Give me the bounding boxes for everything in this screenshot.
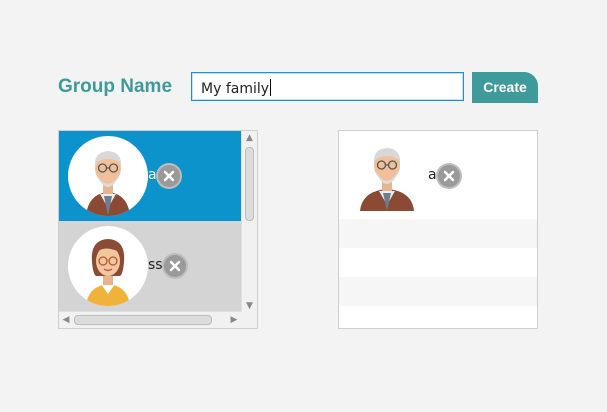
group-name-input[interactable]: My family — [191, 72, 464, 101]
text-caret — [270, 79, 272, 96]
grandfather-avatar — [68, 136, 148, 216]
grandmother-avatar — [68, 226, 148, 306]
member-name: a — [428, 167, 437, 183]
member-name: a — [148, 167, 157, 183]
chevron-down-icon[interactable]: ▼ — [242, 299, 257, 313]
list-item[interactable]: a — [59, 131, 242, 221]
chevron-up-icon[interactable]: ▲ — [242, 131, 257, 145]
vertical-scroll-thumb[interactable] — [245, 147, 254, 221]
close-x-icon[interactable] — [164, 255, 186, 277]
horizontal-scroll-thumb[interactable] — [74, 315, 212, 325]
group-name-value: My family — [201, 81, 270, 97]
group-members-list[interactable]: a — [338, 130, 538, 329]
horizontal-scrollbar[interactable]: ◀ ▶ — [59, 311, 242, 328]
row-stripe — [339, 277, 537, 306]
member-name: ss — [148, 257, 163, 273]
grandfather-avatar — [357, 141, 417, 211]
chevron-right-icon[interactable]: ▶ — [227, 313, 241, 327]
list-item[interactable]: ss — [59, 221, 242, 311]
close-x-icon[interactable] — [158, 165, 180, 187]
chevron-left-icon[interactable]: ◀ — [59, 313, 73, 327]
group-name-label: Group Name — [58, 76, 173, 97]
row-stripe — [339, 219, 537, 248]
vertical-scrollbar[interactable]: ▲ ▼ — [241, 131, 257, 313]
close-x-icon[interactable] — [438, 165, 460, 187]
create-button[interactable]: Create — [472, 72, 538, 103]
scroll-corner — [242, 312, 257, 328]
available-members-list[interactable]: a ss ▲ ▼ ◀ ▶ — [58, 130, 258, 329]
